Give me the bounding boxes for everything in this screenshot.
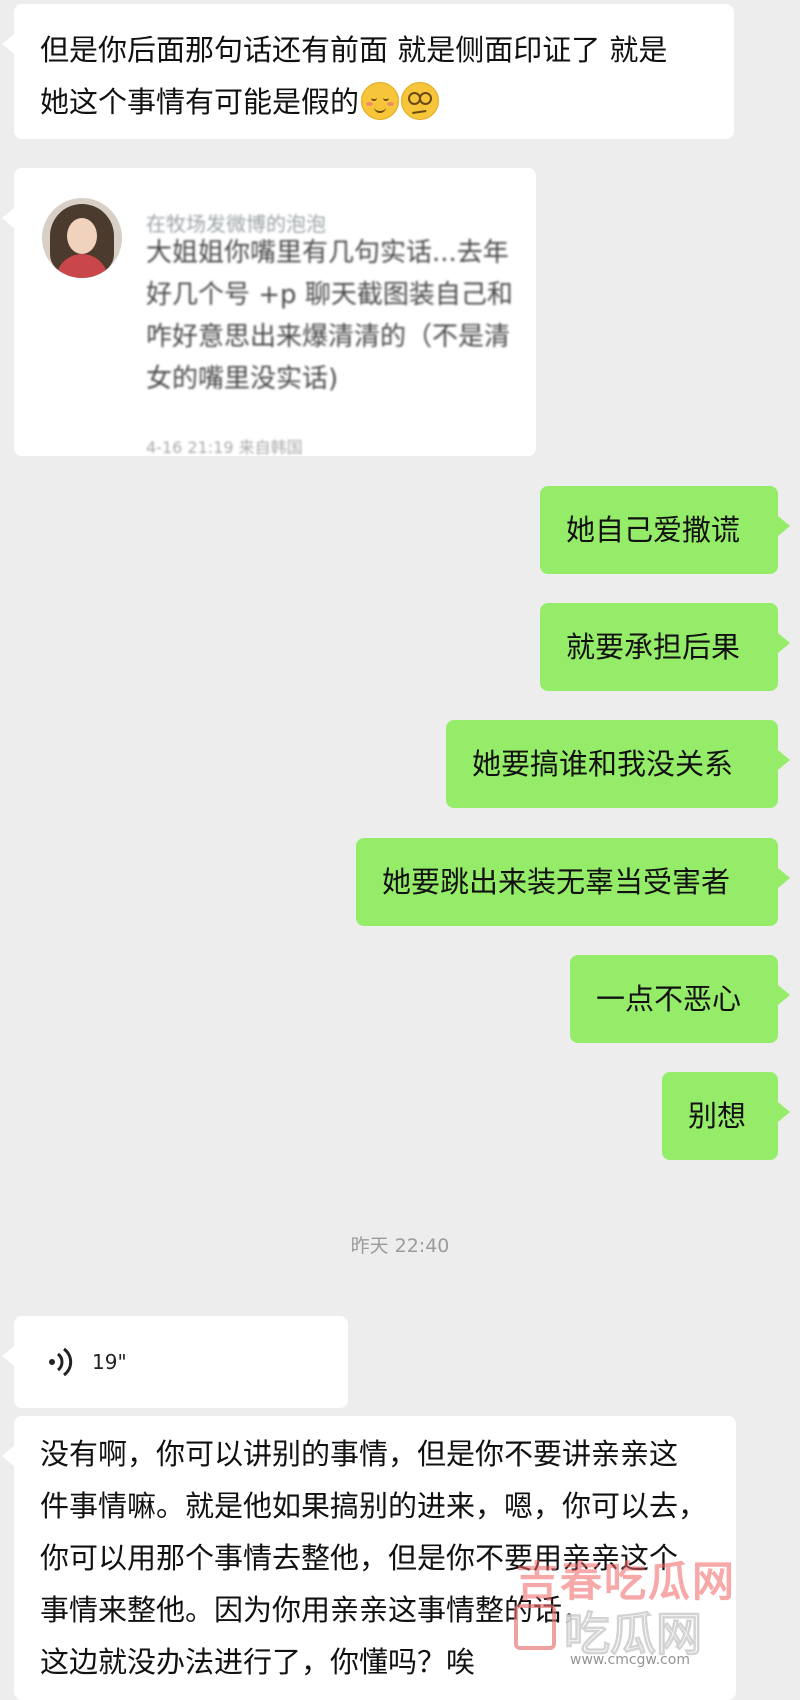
message-text-line: 她这个事情有可能是假的 <box>40 76 708 128</box>
post-line: 好几个号 +p 聊天截图装自己和 <box>146 280 513 310</box>
message-text: 一点不恶心 <box>596 982 742 1016</box>
outgoing-message-bubble[interactable]: 她要跳出来装无辜当受害者 <box>356 838 790 926</box>
post-body: 大姐姐你嘴里有几句实话...去年 好几个号 +p 聊天截图装自己和 咋好意思出来… <box>146 232 526 404</box>
outgoing-message-bubble[interactable]: 她自己爱撒谎 <box>540 486 790 574</box>
message-text-line: 这边就没办法进行了，你懂吗？唉 <box>40 1645 476 1679</box>
dizzy-face-icon <box>401 82 440 120</box>
outgoing-message-bubble[interactable]: 别想 <box>662 1072 790 1160</box>
message-text-line: 没有啊，你可以讲别的事情，但是你不要讲亲亲这 <box>40 1437 679 1471</box>
shared-post-card[interactable]: 在牧场发微博的泡泡 大姐姐你嘴里有几句实话...去年 好几个号 +p 聊天截图装… <box>2 168 536 457</box>
message-text-line: 件事情嘛。就是他如果搞别的进来，嗯，你可以去， <box>40 1489 708 1523</box>
incoming-message-bubble[interactable]: 没有啊，你可以讲别的事情，但是你不要讲亲亲这 件事情嘛。就是他如果搞别的进来，嗯… <box>2 1416 736 1700</box>
outgoing-message-bubble[interactable]: 就要承担后果 <box>540 603 790 691</box>
post-line: 咋好意思出来爆清清的（不是清 <box>146 322 511 352</box>
message-text-line: 但是你后面那句话还有前面 就是侧面印证了 就是 <box>40 33 668 67</box>
message-text: 她自己爱撒谎 <box>566 513 741 547</box>
voice-message-bubble[interactable]: 19" <box>2 1316 348 1408</box>
post-line: 女的嘴里没实话) <box>146 364 339 394</box>
message-text: 她要搞谁和我没关系 <box>472 747 734 781</box>
post-timestamp: 4-16 21:19 来自韩国 <box>146 438 303 457</box>
message-text-line: 你可以用那个事情去整他，但是你不要用亲亲这个 <box>40 1541 679 1575</box>
post-line: 大姐姐你嘴里有几句实话...去年 <box>146 238 509 268</box>
outgoing-message-bubble[interactable]: 一点不恶心 <box>570 955 790 1043</box>
message-text: 就要承担后果 <box>566 630 741 664</box>
voice-wave-icon <box>49 1347 73 1377</box>
smiling-blush-icon <box>361 82 400 120</box>
incoming-message-bubble[interactable]: 但是你后面那句话还有前面 就是侧面印证了 就是 她这个事情有可能是假的 <box>2 4 734 139</box>
message-text: 她要跳出来装无辜当受害者 <box>382 865 731 899</box>
avatar <box>42 198 122 278</box>
message-text-line: 事情来整他。因为你用亲亲这事情整的话， <box>40 1593 592 1627</box>
message-text: 别想 <box>688 1099 747 1133</box>
outgoing-message-bubble[interactable]: 她要搞谁和我没关系 <box>446 720 790 808</box>
chat-timestamp: 昨天 22:40 <box>350 1235 450 1257</box>
voice-duration: 19" <box>92 1350 127 1374</box>
